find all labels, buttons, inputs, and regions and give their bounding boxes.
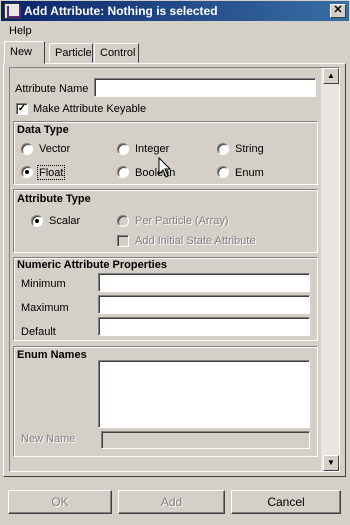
vector-label: Vector xyxy=(39,143,71,155)
numeric-properties-title: Numeric Attribute Properties xyxy=(17,259,167,271)
maximum-label: Maximum xyxy=(21,302,69,314)
attribute-type-title: Attribute Type xyxy=(17,193,91,205)
integer-label: Integer xyxy=(135,143,170,155)
maximum-input[interactable] xyxy=(98,295,310,314)
enum-names-list[interactable] xyxy=(98,360,310,428)
scroll-down-icon[interactable]: ▼ xyxy=(323,455,339,471)
initial-state-checkbox[interactable] xyxy=(117,235,129,247)
data-type-title: Data Type xyxy=(17,124,69,136)
scalar-label: Scalar xyxy=(49,215,81,227)
enum-names-title: Enum Names xyxy=(17,349,87,361)
integer-radio[interactable] xyxy=(117,143,129,155)
ok-button[interactable]: OK xyxy=(8,490,112,514)
tab-particle-label: Particle xyxy=(55,47,92,59)
enum-label: Enum xyxy=(235,167,264,179)
scalar-radio[interactable] xyxy=(31,215,43,227)
tab-control-label: Control xyxy=(100,47,136,59)
make-keyable-checkbox[interactable]: ✓ xyxy=(16,103,28,115)
default-input[interactable] xyxy=(98,317,310,336)
menu-bar: Help xyxy=(0,22,350,40)
vector-radio[interactable] xyxy=(21,143,33,155)
minimum-input[interactable] xyxy=(98,273,310,292)
make-keyable-label: Make Attribute Keyable xyxy=(33,103,147,115)
string-label: String xyxy=(235,143,264,155)
close-icon[interactable]: ✕ xyxy=(330,4,346,18)
mouse-cursor-icon xyxy=(158,157,172,178)
enum-radio[interactable] xyxy=(217,166,229,178)
new-name-input[interactable] xyxy=(101,431,310,449)
string-radio[interactable] xyxy=(217,143,229,155)
float-radio[interactable] xyxy=(21,166,33,178)
tab-new-label: New xyxy=(10,46,33,58)
tab-control[interactable]: Control xyxy=(94,43,139,63)
vertical-scrollbar[interactable] xyxy=(321,68,339,471)
initial-state-label: Add Initial State Attribute xyxy=(135,235,256,247)
app-icon xyxy=(4,3,21,19)
tab-particle[interactable]: Particle xyxy=(49,43,93,63)
per-particle-radio[interactable] xyxy=(117,215,129,227)
window-title: Add Attribute: Nothing is selected xyxy=(24,4,218,18)
minimum-label: Minimum xyxy=(21,278,66,290)
boolean-radio[interactable] xyxy=(117,166,129,178)
new-name-label: New Name xyxy=(21,433,76,445)
float-focus-outline xyxy=(37,165,65,180)
menu-help[interactable]: Help xyxy=(9,25,32,37)
title-bar[interactable]: Add Attribute: Nothing is selected ✕ xyxy=(0,0,350,22)
attribute-name-label: Attribute Name xyxy=(15,83,89,95)
scroll-up-icon[interactable]: ▲ xyxy=(323,68,339,84)
cancel-button[interactable]: Cancel xyxy=(231,490,341,514)
default-label: Default xyxy=(21,326,56,338)
attribute-name-input[interactable] xyxy=(94,78,316,97)
per-particle-label: Per Particle (Array) xyxy=(135,215,229,227)
tab-new[interactable]: New xyxy=(4,41,45,64)
add-button[interactable]: Add xyxy=(118,490,225,514)
